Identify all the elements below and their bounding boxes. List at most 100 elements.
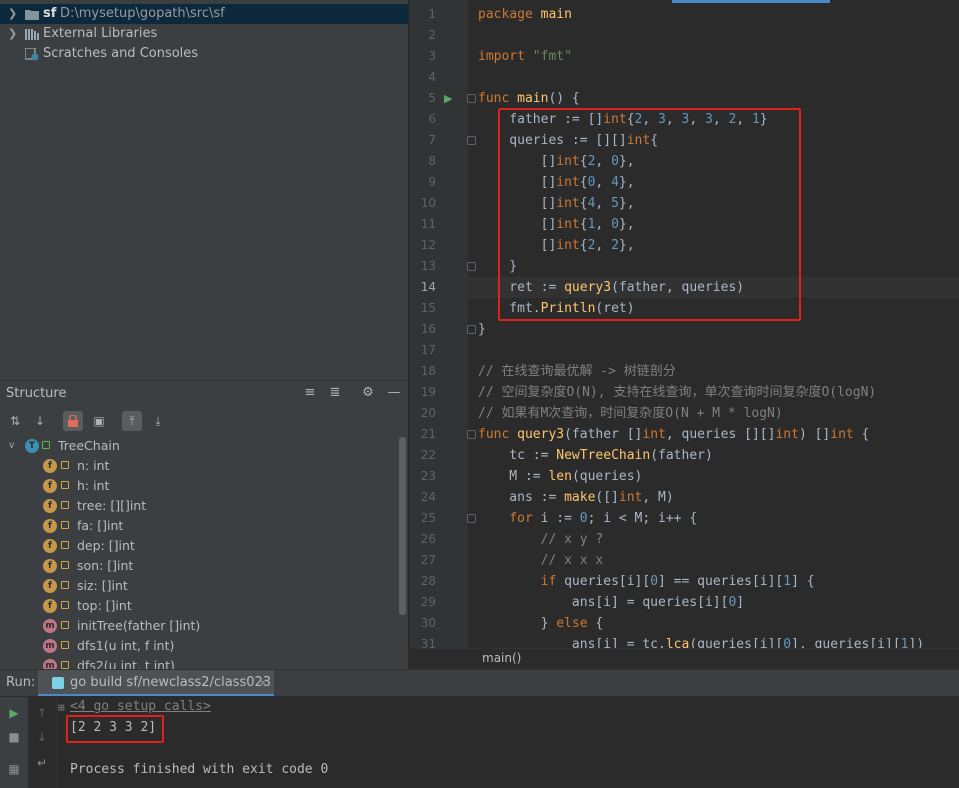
fold-marker-icon[interactable] — [467, 514, 476, 523]
tree-item-scratches[interactable]: Scratches and Consoles — [0, 44, 408, 64]
code-line[interactable]: M := len(queries) — [478, 466, 642, 487]
line-number: 25 — [420, 511, 436, 525]
line-number: 30 — [420, 616, 436, 630]
gear-icon[interactable]: ⚙ — [360, 385, 376, 401]
code-line[interactable]: // 如果有M次查询，时间复杂度O(N + M * logN) — [478, 403, 783, 424]
project-tree-panel: ❯ sf D:\mysetup\gopath\src\sf ❯ External… — [0, 0, 408, 380]
code-line[interactable]: tc := NewTreeChain(father) — [478, 445, 713, 466]
structure-member-row[interactable]: f siz: []int — [0, 576, 398, 596]
structure-member-label: dfs1(u int, f int) — [77, 638, 175, 653]
code-line[interactable]: // x y ? — [478, 529, 604, 550]
breadcrumb-main[interactable]: main() — [482, 649, 521, 668]
code-line[interactable]: package main — [478, 4, 572, 25]
field-badge-icon: f — [43, 479, 57, 493]
collapse-all-icon[interactable]: ≣ — [327, 385, 343, 401]
line-number: 4 — [428, 70, 436, 84]
stop-icon[interactable]: ■ — [6, 729, 22, 745]
structure-member-label: tree: [][]int — [77, 498, 147, 513]
structure-member-row[interactable]: m dfs1(u int, f int) — [0, 636, 398, 656]
structure-member-row[interactable]: f dep: []int — [0, 536, 398, 556]
go-icon — [52, 677, 64, 689]
structure-member-row[interactable]: f son: []int — [0, 556, 398, 576]
structure-member-row[interactable]: m initTree(father []int) — [0, 616, 398, 636]
line-number: 8 — [428, 154, 436, 168]
soft-wrap-icon[interactable]: ↵ — [34, 755, 50, 771]
chevron-down-icon[interactable]: ∨ — [8, 436, 15, 456]
console-setup-calls[interactable]: <4 go setup calls> — [70, 697, 211, 717]
structure-member-row[interactable]: f n: int — [0, 456, 398, 476]
sort-by-type-icon[interactable]: ⇅ — [5, 411, 25, 431]
tree-item-root[interactable]: ❯ sf D:\mysetup\gopath\src\sf — [0, 4, 408, 24]
fold-marker-icon[interactable] — [467, 94, 476, 103]
structure-header: Structure ≡ ≣ ⚙ — — [0, 381, 408, 407]
sort-alphabetically-icon[interactable]: ↓ — [30, 411, 50, 431]
code-line[interactable]: // x x x — [478, 550, 604, 571]
structure-member-row[interactable]: f h: int — [0, 476, 398, 496]
run-toolbar-secondary: ↑ ↓ ↵ — [28, 697, 57, 788]
arrow-down-icon[interactable]: ↓ — [34, 729, 50, 745]
lock-icon — [61, 521, 69, 529]
line-number: 22 — [420, 448, 436, 462]
structure-class-row[interactable]: ∨ T TreeChain — [0, 436, 398, 456]
run-config-tab[interactable]: go build sf/newclass2/class023 ✕ — [38, 670, 274, 696]
structure-member-label: initTree(father []int) — [77, 618, 201, 633]
line-number: 14 — [420, 280, 436, 294]
line-number: 26 — [420, 532, 436, 546]
line-number: 17 — [420, 343, 436, 357]
code-line[interactable]: } — [478, 319, 486, 340]
code-line[interactable]: func query3(father []int, queries [][]in… — [478, 424, 869, 445]
run-panel: Run: go build sf/newclass2/class023 ✕ ▶ … — [0, 669, 959, 788]
code-line[interactable]: ans[i] = queries[i][0] — [478, 592, 744, 613]
autoscroll-from-source-icon[interactable]: ⤓ — [148, 411, 168, 431]
arrow-up-icon[interactable]: ↑ — [34, 705, 50, 721]
annotation-output-box — [66, 715, 164, 743]
line-number: 11 — [420, 217, 436, 231]
lock-icon — [61, 621, 69, 629]
rerun-icon[interactable]: ▶ — [6, 705, 22, 721]
run-label: Run: — [6, 675, 36, 690]
structure-member-row[interactable]: f tree: [][]int — [0, 496, 398, 516]
code-line[interactable]: // 空间复杂度O(N), 支持在线查询，单次查询时间复杂度O(logN) — [478, 382, 876, 403]
expand-plus-icon[interactable]: ⊞ — [58, 701, 65, 714]
lock-icon — [61, 461, 69, 469]
line-number: 2 — [428, 28, 436, 42]
field-badge-icon: f — [43, 579, 57, 593]
code-line[interactable]: func main() { — [478, 88, 580, 109]
root-folder-name: sf — [43, 6, 57, 21]
lock-icon — [61, 541, 69, 549]
close-icon[interactable]: ✕ — [258, 670, 268, 696]
tree-item-external-libraries[interactable]: ❯ External Libraries — [0, 24, 408, 44]
scratches-label: Scratches and Consoles — [43, 46, 199, 61]
code-line[interactable]: if queries[i][0] == queries[i][1] { — [478, 571, 815, 592]
run-gutter-icon[interactable]: ▶ — [444, 92, 452, 105]
structure-member-row[interactable]: f fa: []int — [0, 516, 398, 536]
editor-breadcrumb[interactable]: main() — [410, 648, 959, 669]
chevron-right-icon[interactable]: ❯ — [8, 24, 17, 44]
code-line[interactable]: import "fmt" — [478, 46, 572, 67]
folder-icon — [25, 10, 39, 20]
code-line[interactable]: for i := 0; i < M; i++ { — [478, 508, 697, 529]
code-line[interactable]: ans := make([]int, M) — [478, 487, 673, 508]
show-non-public-icon[interactable] — [63, 411, 83, 431]
line-number: 21 — [420, 427, 436, 441]
autoscroll-to-source-icon[interactable]: ⤒ — [122, 411, 142, 431]
layout-icon[interactable]: ▦ — [6, 761, 22, 777]
line-number: 27 — [420, 553, 436, 567]
structure-scrollbar[interactable] — [399, 437, 406, 615]
fold-marker-icon[interactable] — [467, 325, 476, 334]
line-number: 7 — [428, 133, 436, 147]
structure-panel: Structure ≡ ≣ ⚙ — ⇅ ↓ ▣ ⤒ ⤓ ∨ T TreeChai… — [0, 380, 408, 673]
code-line[interactable]: } else { — [478, 613, 604, 634]
show-fields-icon[interactable]: ▣ — [89, 411, 109, 431]
expand-all-icon[interactable]: ≡ — [302, 385, 318, 401]
field-badge-icon: f — [43, 559, 57, 573]
structure-member-row[interactable]: f top: []int — [0, 596, 398, 616]
minimize-icon[interactable]: — — [386, 385, 402, 401]
chevron-right-icon[interactable]: ❯ — [8, 4, 17, 24]
run-toolbar: ▶ ■ ▦ — [0, 697, 28, 788]
fold-marker-icon[interactable] — [467, 136, 476, 145]
fold-marker-icon[interactable] — [467, 262, 476, 271]
code-line[interactable]: // 在线查询最优解 -> 树链剖分 — [478, 361, 676, 382]
line-number: 3 — [428, 49, 436, 63]
fold-marker-icon[interactable] — [467, 430, 476, 439]
